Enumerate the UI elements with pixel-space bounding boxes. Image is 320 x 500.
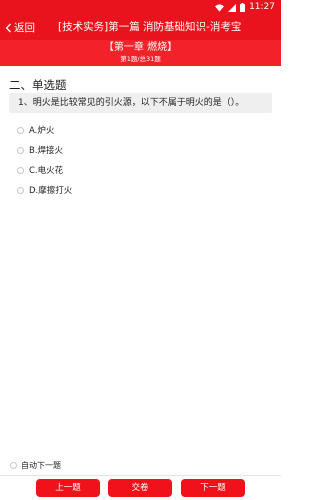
back-button[interactable]: 返回 [5, 15, 35, 40]
option-label: D.摩擦打火 [29, 186, 73, 196]
battery-icon [240, 3, 246, 12]
signal-icon [228, 3, 237, 12]
page-title: [技术实务]第一篇 消防基础知识-消考宝 [58, 21, 242, 33]
option-c[interactable]: C.电火花 [17, 163, 63, 177]
option-a[interactable]: A.炉火 [17, 123, 54, 137]
option-label: B.焊接火 [29, 146, 64, 156]
auto-next-toggle[interactable]: 自动下一题 [10, 459, 61, 471]
option-d[interactable]: D.摩擦打火 [17, 183, 72, 197]
option-label: C.电火花 [29, 166, 64, 176]
wifi-icon [215, 3, 225, 12]
radio-icon [17, 186, 24, 194]
status-time: 11:27 [249, 2, 275, 12]
question-box: 1、明火是比较常见的引火源，以下不属于明火的是（）。 [9, 93, 272, 113]
status-bar: 11:27 [0, 0, 281, 15]
footer-toolbar: 上一题 交卷 下一题 [0, 475, 281, 500]
option-label: A.炉火 [29, 126, 55, 136]
radio-icon [10, 461, 17, 469]
status-icons: 11:27 [215, 2, 275, 13]
section-title: 二、单选题 [9, 78, 67, 92]
radio-icon [17, 126, 24, 134]
question-text: 1、明火是比较常见的引火源，以下不属于明火的是（）。 [18, 98, 245, 108]
radio-icon [17, 166, 24, 174]
option-b[interactable]: B.焊接火 [17, 143, 63, 157]
chevron-left-icon [5, 23, 11, 32]
chapter-header: 【第一章 燃烧】 第1题/总31题 [0, 40, 281, 66]
auto-next-label: 自动下一题 [21, 460, 61, 470]
back-label: 返回 [14, 22, 35, 34]
prev-question-button[interactable]: 上一题 [36, 479, 100, 497]
submit-exam-button[interactable]: 交卷 [108, 479, 172, 497]
next-question-button[interactable]: 下一题 [181, 479, 245, 497]
radio-icon [17, 146, 24, 154]
nav-bar: 返回 [技术实务]第一篇 消防基础知识-消考宝 [0, 15, 281, 40]
chapter-title: 【第一章 燃烧】 [103, 42, 178, 53]
question-progress: 第1题/总31题 [120, 55, 161, 63]
